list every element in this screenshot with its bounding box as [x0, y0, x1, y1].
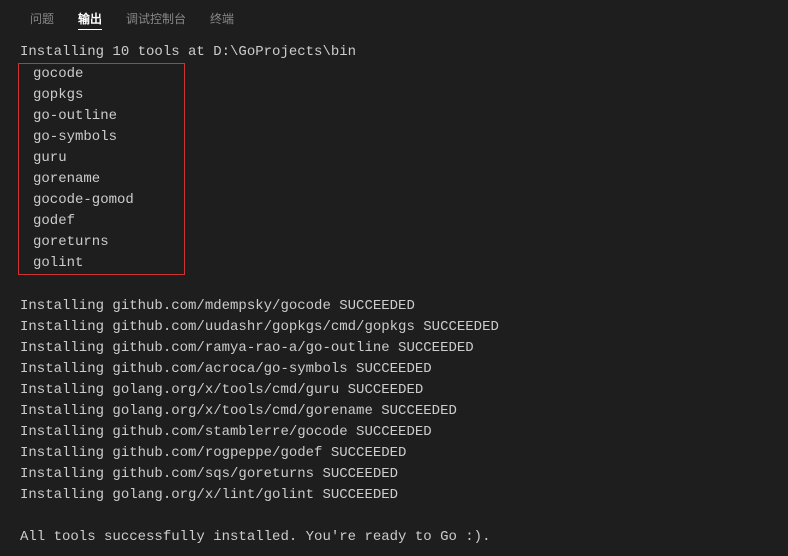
result-line: Installing golang.org/x/tools/cmd/guru S…	[20, 380, 768, 401]
tools-list-highlight: gocode gopkgs go-outline go-symbols guru…	[18, 63, 185, 275]
result-line: Installing github.com/uudashr/gopkgs/cmd…	[20, 317, 768, 338]
tool-item: guru	[19, 148, 134, 169]
result-line: Installing github.com/sqs/goreturns SUCC…	[20, 464, 768, 485]
blank-line	[20, 275, 768, 296]
tab-output[interactable]: 输出	[78, 8, 102, 30]
result-line: Installing github.com/mdempsky/gocode SU…	[20, 296, 768, 317]
result-line: Installing golang.org/x/tools/cmd/gorena…	[20, 401, 768, 422]
tool-item: go-symbols	[19, 127, 134, 148]
footer-line: All tools successfully installed. You're…	[20, 527, 768, 548]
tab-problems[interactable]: 问题	[30, 8, 54, 30]
install-header-line: Installing 10 tools at D:\GoProjects\bin	[20, 42, 768, 63]
tool-item: go-outline	[19, 106, 134, 127]
tab-debug-console[interactable]: 调试控制台	[126, 8, 186, 30]
tool-item: goreturns	[19, 232, 134, 253]
result-line: Installing golang.org/x/lint/golint SUCC…	[20, 485, 768, 506]
panel-tabs: 问题 输出 调试控制台 终端	[0, 0, 788, 34]
result-line: Installing github.com/ramya-rao-a/go-out…	[20, 338, 768, 359]
tool-item: gopkgs	[19, 85, 134, 106]
result-line: Installing github.com/rogpeppe/godef SUC…	[20, 443, 768, 464]
blank-line	[20, 506, 768, 527]
tool-item: golint	[19, 253, 134, 274]
result-line: Installing github.com/acroca/go-symbols …	[20, 359, 768, 380]
tab-terminal[interactable]: 终端	[210, 8, 234, 30]
tool-item: gorename	[19, 169, 134, 190]
tool-item: gocode	[19, 64, 134, 85]
tool-item: gocode-gomod	[19, 190, 134, 211]
tool-item: godef	[19, 211, 134, 232]
output-panel: Installing 10 tools at D:\GoProjects\bin…	[0, 34, 788, 556]
result-line: Installing github.com/stamblerre/gocode …	[20, 422, 768, 443]
